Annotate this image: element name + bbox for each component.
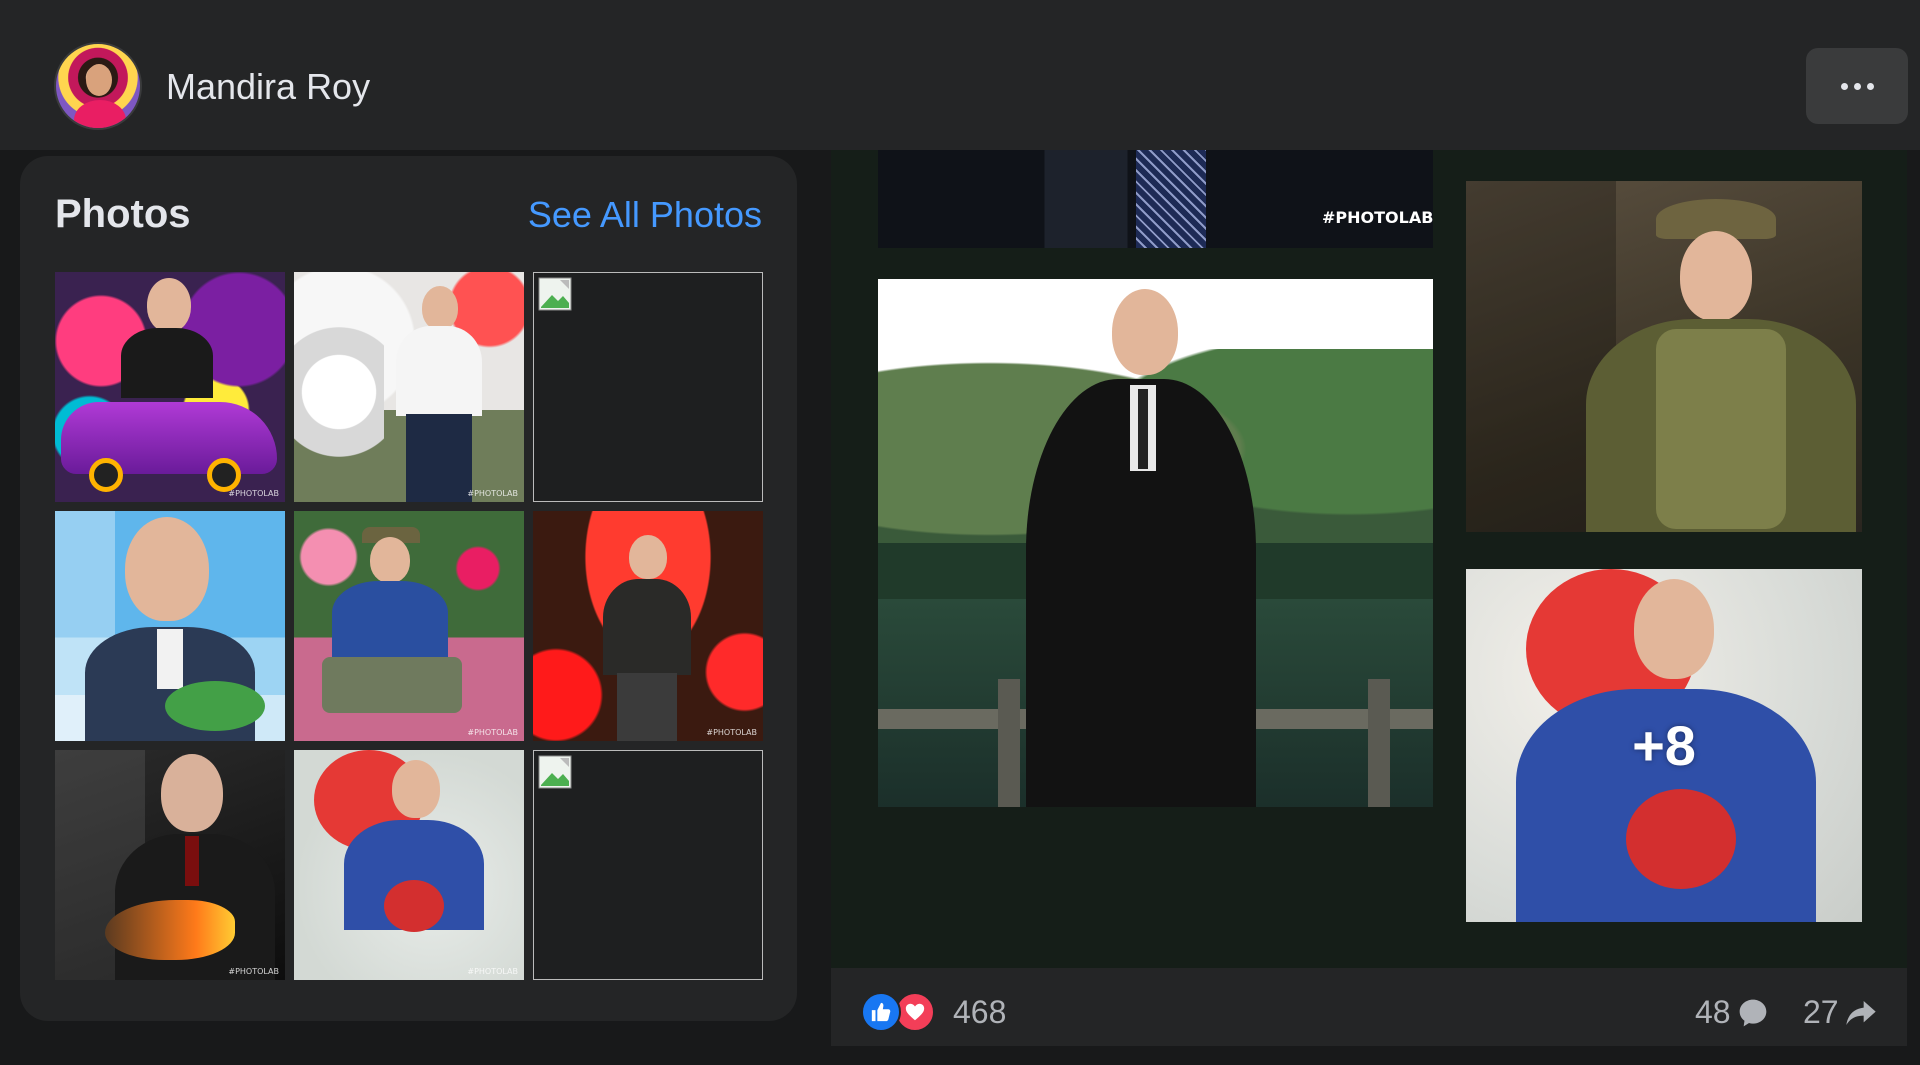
broken-photo-tile[interactable]	[533, 750, 763, 980]
photo-tile[interactable]: #PHOTOLAB	[294, 750, 524, 980]
shares-count: 27	[1803, 994, 1839, 1030]
watermark: #PHOTOLAB	[228, 489, 279, 498]
comment-icon	[1739, 999, 1766, 1026]
more-icon	[1853, 82, 1861, 90]
photos-grid: #PHOTOLAB #PHOTOLAB #PHOTOLAB #PHOTOLAB …	[55, 272, 763, 980]
car-wheel	[207, 458, 241, 492]
tie-pattern	[1136, 150, 1206, 248]
photo-tile[interactable]: #PHOTOLAB	[55, 750, 285, 980]
post-footer: 468 48 27	[831, 968, 1907, 1046]
watermark: #PHOTOLAB	[1322, 208, 1433, 227]
portrait-figure	[1586, 199, 1856, 532]
like-reaction-icon[interactable]	[861, 992, 901, 1032]
page: Mandira Roy Photos See All Photos #PHOTO…	[0, 0, 1920, 1065]
photos-title: Photos	[55, 192, 191, 236]
comments-count-group[interactable]: 48	[1695, 994, 1769, 1031]
shares-count-group[interactable]: 27	[1803, 994, 1877, 1031]
watermark: #PHOTOLAB	[228, 967, 279, 976]
portrait-figure	[597, 535, 697, 741]
photo-tile[interactable]: #PHOTOLAB	[55, 272, 285, 502]
photo-tile[interactable]	[55, 511, 285, 741]
watermark: #PHOTOLAB	[467, 489, 518, 498]
photo-tile[interactable]: #PHOTOLAB	[294, 511, 524, 741]
post-photo[interactable]: #PHOTOLAB	[878, 150, 1433, 248]
post-photo[interactable]	[1466, 181, 1862, 532]
photos-card: Photos See All Photos #PHOTOLAB #PHOTOLA…	[20, 156, 797, 1021]
more-photos-count: +8	[1632, 714, 1696, 777]
more-icon	[1840, 82, 1848, 90]
photo-tile[interactable]: #PHOTOLAB	[294, 272, 524, 502]
comments-count: 48	[1695, 994, 1731, 1030]
portrait-figure	[322, 527, 462, 737]
broken-photo-tile[interactable]	[533, 272, 763, 502]
broken-image-icon	[538, 755, 572, 789]
watermark: #PHOTOLAB	[706, 728, 757, 737]
avatar[interactable]	[54, 42, 142, 130]
photo-tile[interactable]: #PHOTOLAB	[533, 511, 763, 741]
broken-image-icon	[538, 277, 572, 311]
heart-shape	[384, 880, 444, 932]
portrait-figure	[115, 278, 215, 398]
see-all-photos-link[interactable]: See All Photos	[528, 194, 762, 236]
leaf-shape	[165, 681, 265, 731]
watermark: #PHOTOLAB	[467, 967, 518, 976]
car-wheel	[89, 458, 123, 492]
portrait-figure	[334, 760, 494, 980]
user-name[interactable]: Mandira Roy	[166, 66, 370, 108]
blossom-tree	[294, 312, 384, 472]
post-header: Mandira Roy	[0, 0, 1920, 150]
more-icon	[1866, 82, 1874, 90]
watermark: #PHOTOLAB	[467, 728, 518, 737]
post-photo-main[interactable]	[878, 279, 1433, 807]
more-options-button[interactable]	[1806, 48, 1908, 124]
avatar-body	[74, 100, 126, 128]
avatar-face	[86, 64, 112, 96]
portrait-figure	[1026, 289, 1256, 807]
eagle-shape	[105, 900, 235, 960]
post-photo-more[interactable]: +8	[1466, 569, 1862, 922]
portrait-figure	[384, 286, 494, 502]
love-reaction-icon[interactable]	[895, 992, 935, 1032]
reactions-count[interactable]: 468	[953, 994, 1006, 1031]
share-icon	[1845, 1000, 1876, 1025]
